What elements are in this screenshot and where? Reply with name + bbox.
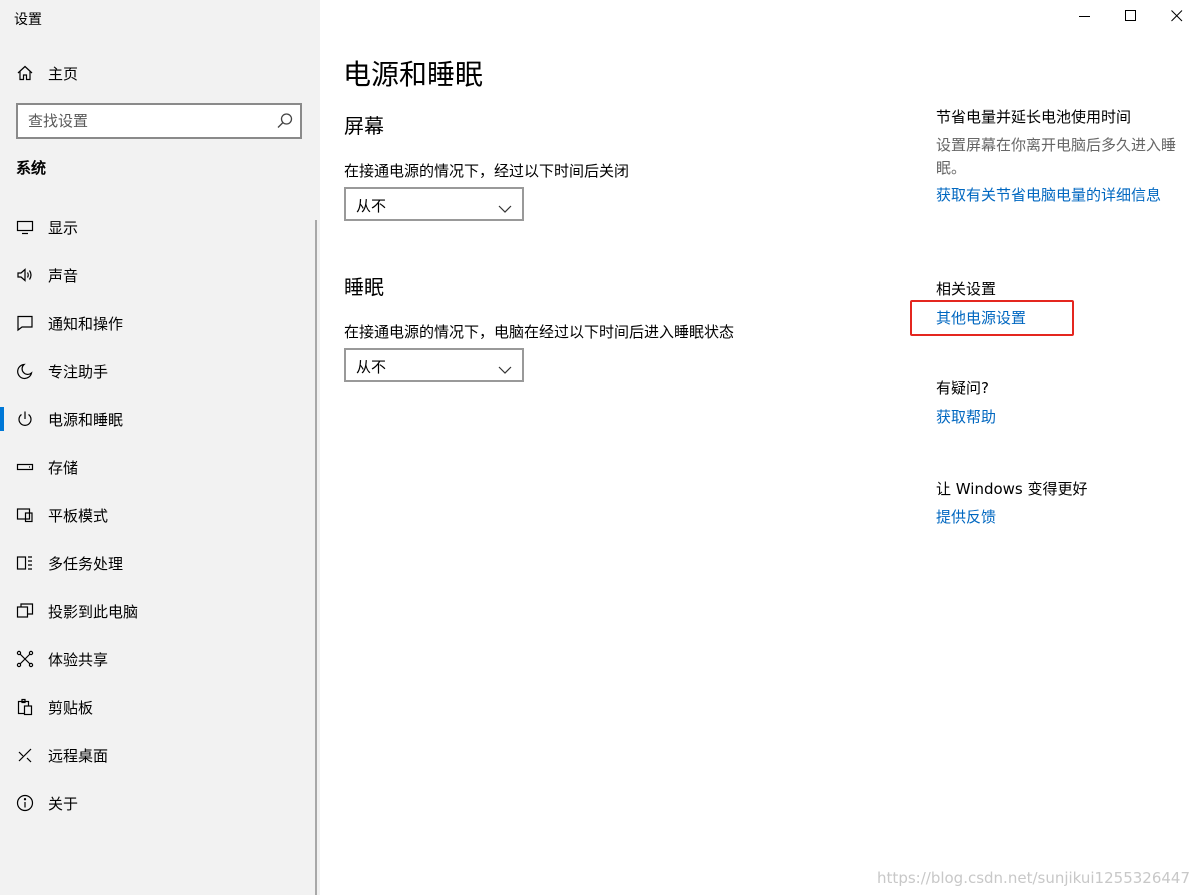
close-button[interactable]	[1154, 0, 1200, 32]
sleep-section-title: 睡眠	[344, 275, 384, 299]
sidebar-item-label: 投影到此电脑	[48, 603, 139, 621]
sidebar-item-label: 专注助手	[48, 363, 109, 381]
sidebar: 设置 主页 系统	[0, 0, 320, 895]
watermark: https://blog.csdn.net/sunjikui1255326447	[877, 869, 1190, 887]
sleep-timeout-dropdown[interactable]: 从不	[344, 348, 524, 382]
sidebar-item-project-to-pc[interactable]: 投影到此电脑	[0, 587, 316, 635]
sleep-timeout-label: 在接通电源的情况下，电脑在经过以下时间后进入睡眠状态	[344, 323, 735, 341]
sidebar-item-storage[interactable]: 存储	[0, 443, 316, 491]
storage-icon	[16, 458, 34, 476]
chevron-down-icon	[498, 360, 512, 374]
sidebar-item-label: 多任务处理	[48, 555, 124, 573]
maximize-button[interactable]	[1108, 0, 1154, 32]
save-power-heading: 节省电量并延长电池使用时间	[936, 108, 1132, 126]
search-box[interactable]	[16, 103, 302, 139]
notification-icon	[16, 314, 34, 332]
minimize-button[interactable]	[1062, 0, 1108, 32]
project-icon	[16, 602, 34, 620]
screen-timeout-label: 在接通电源的情况下，经过以下时间后关闭	[344, 162, 630, 180]
sidebar-item-clipboard[interactable]: 剪贴板	[0, 683, 316, 731]
sidebar-item-label: 显示	[48, 219, 79, 237]
feedback-heading: 让 Windows 变得更好	[936, 480, 1088, 498]
window-controls	[1062, 0, 1200, 32]
remote-desktop-icon	[16, 746, 34, 764]
sidebar-item-label: 通知和操作	[48, 315, 124, 333]
question-heading: 有疑问?	[936, 379, 989, 397]
sidebar-item-label: 电源和睡眠	[48, 411, 124, 429]
page-title: 电源和睡眠	[343, 58, 484, 91]
sidebar-item-label: 存储	[48, 459, 79, 477]
related-settings-heading: 相关设置	[936, 280, 997, 298]
sidebar-item-focus-assist[interactable]: 专注助手	[0, 347, 316, 395]
sidebar-item-label: 剪贴板	[48, 699, 94, 717]
save-power-info-link[interactable]: 获取有关节省电脑电量的详细信息	[936, 184, 1176, 206]
chevron-down-icon	[498, 199, 512, 213]
sidebar-item-multitasking[interactable]: 多任务处理	[0, 539, 316, 587]
give-feedback-link[interactable]: 提供反馈	[936, 506, 1176, 528]
sidebar-item-sound[interactable]: 声音	[0, 251, 316, 299]
save-power-text: 设置屏幕在你离开电脑后多久进入睡眠。	[936, 136, 1177, 177]
sidebar-item-label: 平板模式	[48, 507, 109, 525]
minimize-icon	[1079, 16, 1090, 17]
clipboard-icon	[16, 698, 34, 716]
power-icon	[16, 410, 34, 428]
sidebar-item-display[interactable]: 显示	[0, 203, 316, 251]
highlight-box	[910, 300, 1074, 336]
multitask-icon	[16, 554, 34, 572]
tablet-icon	[16, 506, 34, 524]
moon-icon	[16, 362, 34, 380]
info-icon	[16, 794, 34, 812]
sidebar-item-power-sleep[interactable]: 电源和睡眠	[0, 395, 316, 443]
maximize-icon	[1125, 10, 1136, 21]
share-icon	[16, 650, 34, 668]
monitor-icon	[16, 218, 34, 236]
search-input[interactable]	[18, 105, 278, 137]
sidebar-scrollbar[interactable]	[315, 220, 317, 895]
sleep-timeout-value: 从不	[356, 358, 387, 376]
sidebar-item-label: 体验共享	[48, 651, 109, 669]
screen-section-title: 屏幕	[344, 114, 384, 138]
sidebar-item-about[interactable]: 关于	[0, 779, 316, 827]
home-icon	[16, 64, 34, 82]
sidebar-section-label: 系统	[16, 159, 47, 177]
screen-timeout-value: 从不	[356, 197, 387, 215]
sidebar-nav: 显示 声音 通知和操作 专注助手 电源和睡眠 存储 平板模式 多任务处理 投影到…	[0, 203, 316, 827]
speaker-icon	[16, 266, 34, 284]
sidebar-item-notifications[interactable]: 通知和操作	[0, 299, 316, 347]
screen-timeout-dropdown[interactable]: 从不	[344, 187, 524, 221]
search-icon[interactable]	[276, 112, 294, 130]
close-icon	[1171, 10, 1183, 22]
sidebar-item-tablet-mode[interactable]: 平板模式	[0, 491, 316, 539]
get-help-link[interactable]: 获取帮助	[936, 406, 1176, 428]
sidebar-item-remote-desktop[interactable]: 远程桌面	[0, 731, 316, 779]
app-title: 设置	[14, 12, 42, 28]
sidebar-home-label: 主页	[48, 65, 79, 83]
sidebar-item-label: 声音	[48, 267, 79, 285]
settings-window: 设置 主页 系统	[0, 0, 1200, 895]
sidebar-item-shared-experiences[interactable]: 体验共享	[0, 635, 316, 683]
sidebar-home[interactable]: 主页	[0, 54, 320, 92]
sidebar-item-label: 关于	[48, 795, 79, 813]
sidebar-item-label: 远程桌面	[48, 747, 109, 765]
